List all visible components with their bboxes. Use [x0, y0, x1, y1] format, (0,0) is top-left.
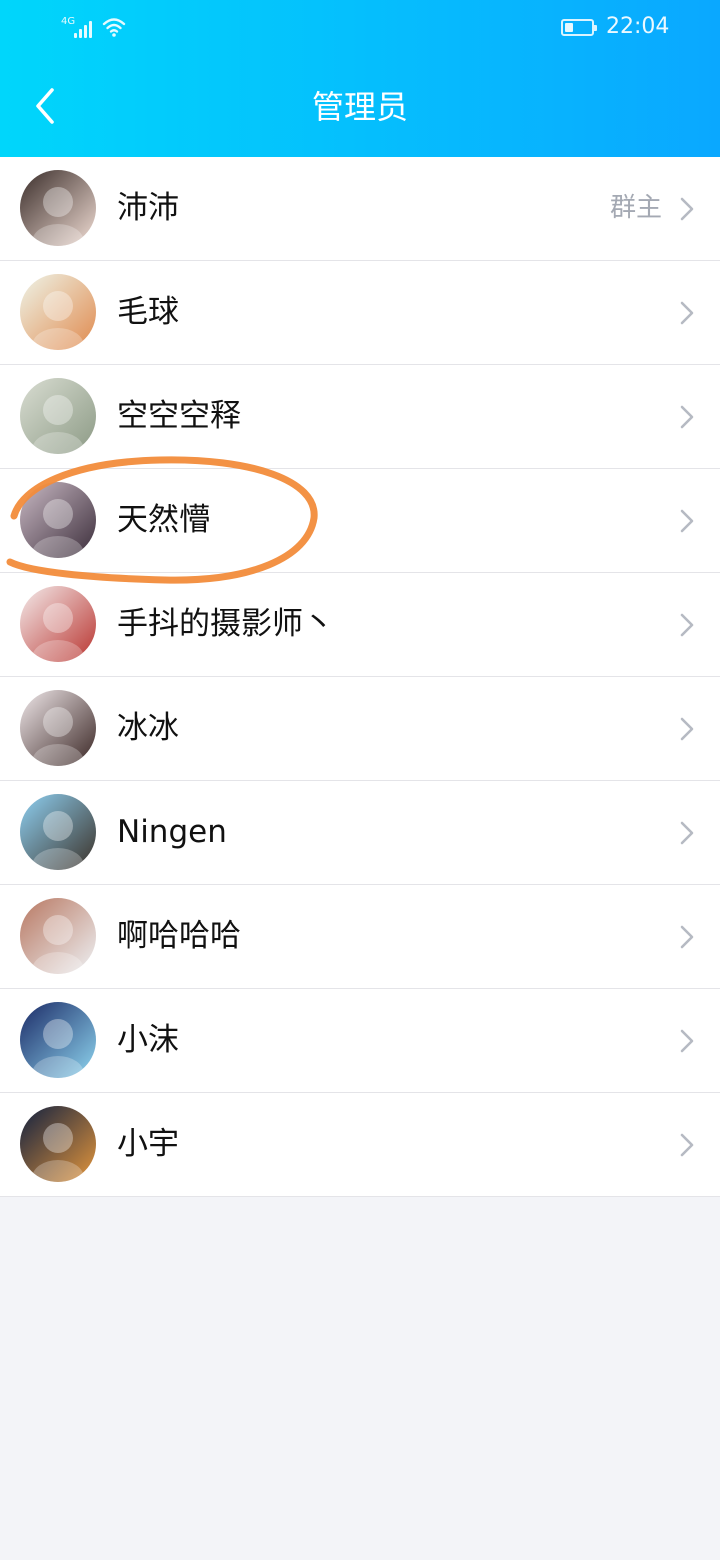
status-bar: 4G 22:04 — [0, 0, 720, 56]
member-name: 毛球 — [117, 294, 179, 330]
avatar — [20, 378, 96, 454]
page-title: 管理员 — [311, 88, 408, 126]
chevron-right-icon — [680, 405, 694, 429]
chevron-right-icon — [680, 301, 694, 325]
list-item[interactable]: 空空空释 — [0, 365, 720, 469]
avatar — [20, 1106, 96, 1182]
status-time: 22:04 — [606, 14, 670, 39]
screen: 4G 22:04 管理员 沛沛 群主 毛球 空空空释 天然懵 手抖的摄影师丶 冰… — [0, 0, 720, 1560]
list-item[interactable]: 小沫 — [0, 989, 720, 1093]
chevron-right-icon — [680, 821, 694, 845]
list-item[interactable]: 沛沛 群主 — [0, 157, 720, 261]
battery-level — [565, 23, 573, 32]
member-name: 小宇 — [117, 1126, 179, 1162]
member-name: 空空空释 — [117, 398, 241, 434]
chevron-right-icon — [680, 509, 694, 533]
member-name: 天然懵 — [117, 502, 210, 538]
list-item[interactable]: 天然懵 — [0, 469, 720, 573]
member-name: 沛沛 — [117, 190, 179, 226]
battery-icon — [561, 19, 597, 36]
role-badge: 群主 — [609, 193, 662, 223]
avatar — [20, 898, 96, 974]
avatar — [20, 274, 96, 350]
member-name: 手抖的摄影师丶 — [117, 606, 334, 642]
member-name: 小沫 — [117, 1022, 179, 1058]
avatar — [20, 586, 96, 662]
list-item[interactable]: 小宇 — [0, 1093, 720, 1197]
avatar — [20, 1002, 96, 1078]
list-item[interactable]: 手抖的摄影师丶 — [0, 573, 720, 677]
chevron-right-icon — [680, 717, 694, 741]
top-bar: 4G 22:04 管理员 — [0, 0, 720, 157]
network-type: 4G — [61, 16, 76, 27]
avatar — [20, 482, 96, 558]
admin-list: 沛沛 群主毛球空空空释天然懵手抖的摄影师丶 冰冰 Ningen 啊哈哈哈小沫小宇 — [0, 157, 720, 1197]
list-item[interactable]: 啊哈哈哈 — [0, 885, 720, 989]
chevron-right-icon — [680, 197, 694, 221]
chevron-right-icon — [680, 925, 694, 949]
list-item[interactable]: 冰冰 — [0, 677, 720, 781]
member-name: 啊哈哈哈 — [117, 918, 241, 954]
avatar — [20, 690, 96, 766]
chevron-right-icon — [680, 613, 694, 637]
list-item[interactable]: 毛球 — [0, 261, 720, 365]
chevron-left-icon — [36, 88, 54, 124]
chevron-right-icon — [680, 1029, 694, 1053]
member-name: Ningen — [117, 814, 227, 850]
back-button[interactable] — [22, 78, 72, 134]
avatar — [20, 794, 96, 870]
list-item[interactable]: Ningen — [0, 781, 720, 885]
signal-icon — [74, 18, 96, 38]
avatar — [20, 170, 96, 246]
wifi-icon — [102, 18, 126, 37]
chevron-right-icon — [680, 1133, 694, 1157]
member-name: 冰冰 — [117, 710, 179, 746]
